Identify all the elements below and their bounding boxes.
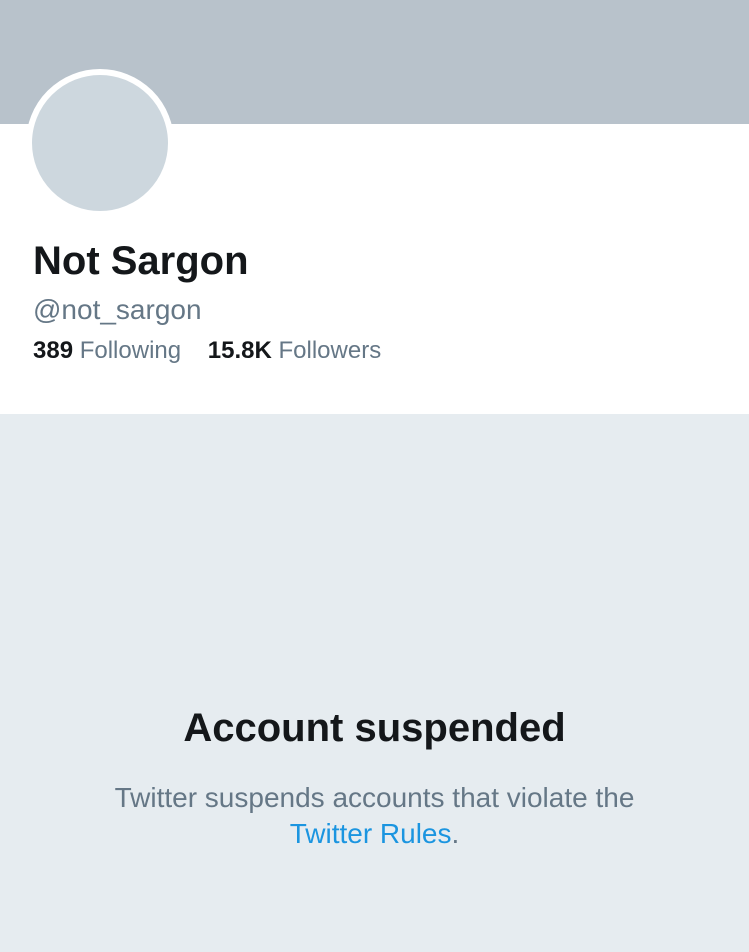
following-label: Following xyxy=(79,337,182,364)
suspension-title: Account suspended xyxy=(183,706,566,750)
following-stat[interactable]: 389 Following xyxy=(33,335,181,367)
twitter-rules-link[interactable]: Twitter Rules xyxy=(290,818,452,849)
followers-label: Followers xyxy=(278,337,382,364)
suspension-message-period: . xyxy=(451,818,460,849)
avatar[interactable] xyxy=(26,69,174,217)
profile-stats: 389 Following 15.8K Followers xyxy=(33,335,401,367)
suspension-message-text: Twitter suspends accounts that violate t… xyxy=(114,782,635,813)
following-count: 389 xyxy=(33,337,74,364)
followers-count: 15.8K xyxy=(207,337,272,364)
suspension-message: Twitter suspends accounts that violate t… xyxy=(60,780,689,852)
followers-stat[interactable]: 15.8K Followers xyxy=(208,335,381,367)
user-handle: @not_sargon xyxy=(33,294,202,325)
display-name: Not Sargon xyxy=(33,239,249,283)
